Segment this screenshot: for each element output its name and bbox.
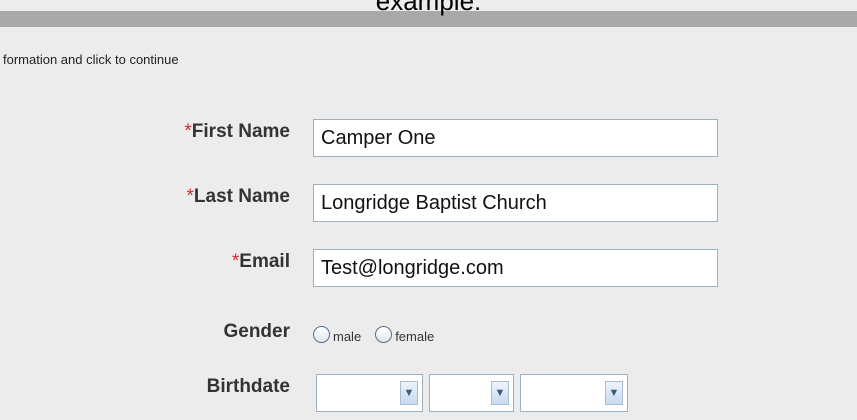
birth-month-select[interactable]: ▼ xyxy=(316,374,423,412)
email-label: *Email xyxy=(232,251,290,273)
birth-day-select[interactable]: ▼ xyxy=(429,374,514,412)
chevron-down-icon[interactable]: ▼ xyxy=(400,381,418,405)
last-name-row: *Last Name xyxy=(0,178,857,222)
gender-option-male[interactable]: male xyxy=(313,326,362,344)
chevron-down-icon[interactable]: ▼ xyxy=(491,381,509,405)
last-name-input[interactable] xyxy=(313,184,718,222)
gender-row: Gender male female xyxy=(0,313,857,353)
gender-radio-group: male female xyxy=(313,326,448,344)
gender-label: Gender xyxy=(223,321,290,342)
male-label: male xyxy=(333,329,362,344)
instruction-text: formation and click to continue xyxy=(3,52,179,67)
chevron-down-icon[interactable]: ▼ xyxy=(605,381,623,405)
first-name-input[interactable] xyxy=(313,119,718,157)
female-label: female xyxy=(395,329,435,344)
email-input[interactable] xyxy=(313,249,718,287)
required-marker: * xyxy=(184,121,192,142)
female-radio[interactable] xyxy=(375,326,393,343)
first-name-label-text: First Name xyxy=(191,121,290,142)
last-name-label: *Last Name xyxy=(186,186,290,208)
page-title: example: xyxy=(375,0,482,16)
email-row: *Email xyxy=(0,243,857,287)
gender-option-female[interactable]: female xyxy=(375,326,435,344)
email-label-text: Email xyxy=(239,251,290,272)
birthdate-label: Birthdate xyxy=(206,376,290,397)
birth-year-select[interactable]: ▼ xyxy=(520,374,628,412)
male-radio[interactable] xyxy=(313,326,330,343)
first-name-row: *First Name xyxy=(0,113,857,157)
birthdate-row: Birthdate ▼ ▼ ▼ xyxy=(0,368,857,412)
last-name-label-text: Last Name xyxy=(193,186,290,207)
first-name-label: *First Name xyxy=(184,121,290,143)
required-marker: * xyxy=(186,186,194,207)
